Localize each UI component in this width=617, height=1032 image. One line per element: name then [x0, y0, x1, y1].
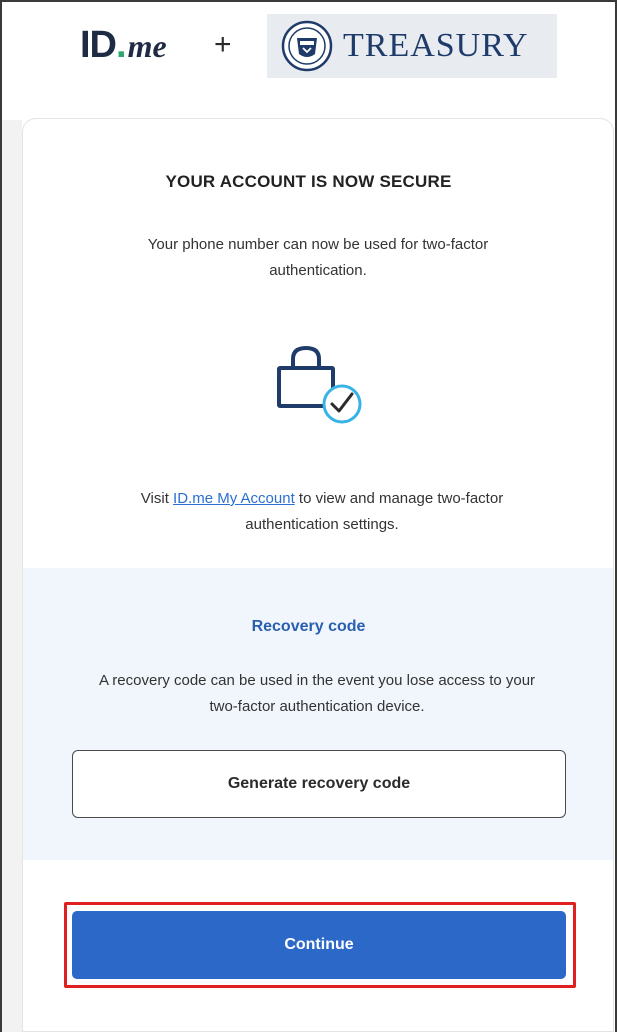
- treasury-logo: TREASURY: [267, 14, 557, 78]
- plus-sign: +: [214, 28, 232, 61]
- my-account-link[interactable]: ID.me My Account: [173, 490, 295, 507]
- idme-logo-id: ID: [80, 24, 117, 66]
- background-strip: [2, 120, 22, 1032]
- lock-check-icon: [276, 344, 366, 424]
- manage-settings-text: Visit ID.me My Account to view and manag…: [112, 486, 532, 538]
- recovery-title: Recovery code: [251, 618, 366, 635]
- recovery-description: A recovery code can be used in the event…: [98, 672, 536, 715]
- treasury-text: TREASURY: [343, 27, 529, 64]
- page-title: YOUR ACCOUNT IS NOW SECURE: [165, 172, 452, 191]
- header: ID. me + TREASURY: [0, 0, 617, 92]
- manage-prefix: Visit: [140, 490, 174, 507]
- secure-description: Your phone number can now be used for tw…: [147, 236, 489, 279]
- idme-logo-dot: .: [116, 24, 127, 66]
- continue-button[interactable]: Continue: [72, 911, 566, 979]
- generate-recovery-code-button[interactable]: Generate recovery code: [72, 750, 566, 818]
- idme-logo: ID. me: [80, 24, 167, 68]
- idme-logo-me: me: [127, 28, 167, 64]
- treasury-seal-icon: [281, 20, 333, 72]
